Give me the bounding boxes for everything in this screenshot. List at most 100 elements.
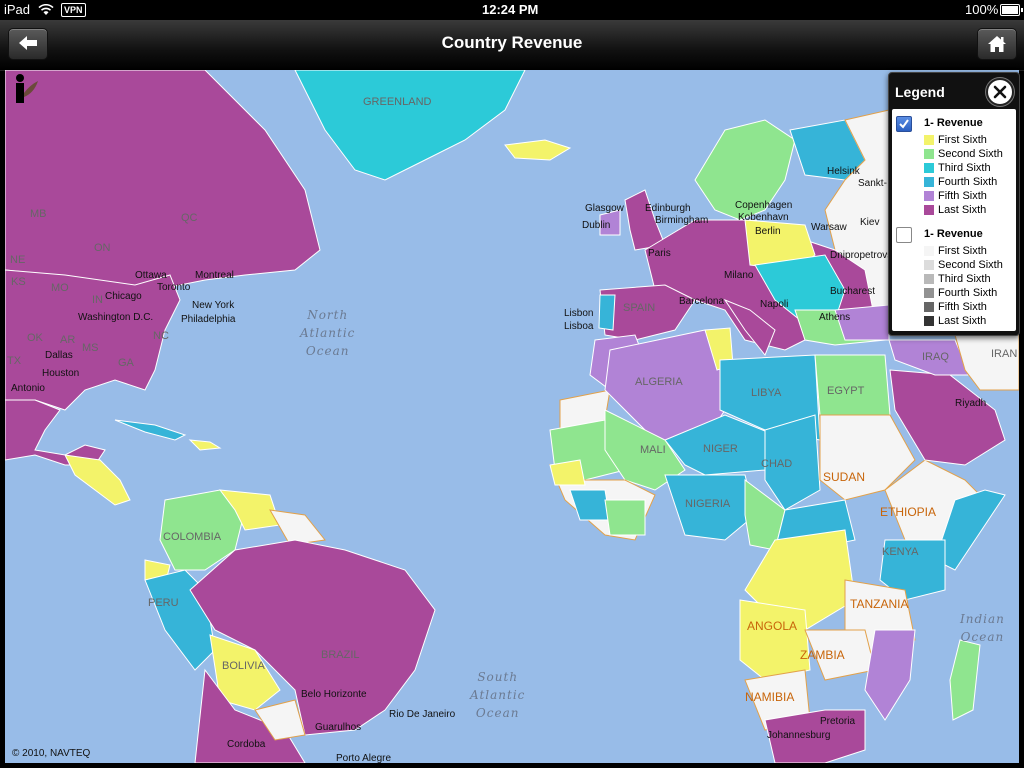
country-label-niger: NIGER — [703, 443, 738, 455]
legend-close-button[interactable] — [986, 78, 1014, 106]
revenue-map[interactable]: North Atlantic Ocean South Atlantic Ocea… — [5, 70, 1019, 763]
legend-swatch — [924, 316, 934, 326]
city-label-riyadh: Riyadh — [955, 398, 987, 409]
legend-item-label: Third Sixth — [938, 273, 991, 285]
region-label-mb: MB — [30, 208, 47, 220]
city-label-berlin: Berlin — [755, 226, 781, 237]
country-label-colombia: COLOMBIA — [163, 531, 222, 543]
senegal-region — [549, 459, 586, 486]
legend-group-checkbox[interactable] — [896, 116, 912, 132]
legend-swatch — [924, 191, 934, 201]
country-label-tanzania: TANZANIA — [850, 597, 909, 611]
map-copyright: © 2010, NAVTEQ — [12, 748, 91, 759]
navteq-person-icon[interactable] — [12, 73, 40, 107]
city-label-bucharest: Bucharest — [830, 286, 876, 297]
city-label-cordoba: Cordoba — [227, 739, 266, 750]
region-label-qc: QC — [181, 212, 198, 224]
ocean-text: North Atlantic Ocean — [300, 308, 356, 358]
region-label-in: IN — [92, 294, 103, 306]
city-label-houston: Houston — [42, 368, 80, 379]
legend-swatch — [924, 274, 934, 284]
city-label-edinburgh: Edinburgh — [645, 203, 691, 214]
city-label-copenhagen: Copenhagen — [735, 200, 793, 211]
legend-item-label: Last Sixth — [938, 315, 987, 327]
ocean-text: South Atlantic Ocean — [470, 670, 526, 720]
mexico-region — [5, 399, 106, 466]
checkmark-icon — [899, 119, 909, 129]
country-label-egypt: EGYPT — [827, 385, 865, 397]
page-title: Country Revenue — [441, 33, 583, 52]
legend-item-label: Second Sixth — [938, 148, 1003, 160]
legend-swatch — [924, 177, 934, 187]
city-label-milano: Milano — [724, 270, 754, 281]
country-label-namibia: NAMIBIA — [745, 690, 795, 704]
city-label-dublin: Dublin — [582, 220, 611, 231]
country-label-algeria: ALGERIA — [635, 376, 683, 388]
legend-item-label: Fifth Sixth — [938, 190, 987, 202]
region-label-on: ON — [94, 242, 111, 254]
legend-swatch — [924, 163, 934, 173]
greenland-region — [294, 70, 526, 181]
legend-item-label: Fourth Sixth — [938, 176, 998, 188]
city-label-guarulhos: Guarulhos — [315, 722, 362, 733]
legend-body: 1- Revenue First Sixth Second Sixth Thir… — [892, 109, 1016, 331]
iceland-region — [504, 139, 572, 161]
city-label-dallas: Dallas — [45, 350, 73, 361]
city-label-birmingham: Birmingham — [655, 215, 709, 226]
city-label-napoli: Napoli — [760, 299, 789, 310]
city-label-helsinki: Helsink — [827, 166, 860, 177]
ivory-coast-region — [604, 499, 646, 536]
legend-item-label: First Sixth — [938, 134, 987, 146]
ocean-label-indian: Indian Ocean — [960, 610, 1005, 646]
legend-group-title: 1- Revenue — [924, 228, 983, 240]
wifi-icon — [38, 4, 54, 15]
legend-item-label: Fifth Sixth — [938, 301, 987, 313]
legend-title: Legend — [895, 84, 945, 100]
legend-item-label: Last Sixth — [938, 204, 987, 216]
region-label-ks: KS — [11, 276, 26, 288]
city-label-antonio: Antonio — [11, 383, 45, 394]
legend-swatch — [924, 246, 934, 256]
mozambique-region — [864, 629, 916, 721]
hispaniola-region — [188, 439, 222, 451]
device-name: iPad — [4, 2, 31, 17]
country-label-ethiopia: ETHIOPIA — [880, 505, 937, 519]
city-label-porto-alegre: Porto Alegre — [336, 753, 392, 763]
city-label-paris: Paris — [648, 248, 671, 259]
country-label-libya: LIBYA — [751, 387, 782, 399]
central-america-region — [64, 454, 131, 506]
status-bar: iPad VPN 12:24 PM 100% — [0, 0, 1024, 20]
legend-swatch — [924, 205, 934, 215]
city-label-athens: Athens — [819, 312, 851, 323]
city-label-new-york: New York — [192, 300, 235, 311]
ocean-label-north-atlantic: North Atlantic Ocean — [300, 306, 355, 360]
region-label-ms: MS — [82, 342, 99, 354]
city-label-lisboa: Lisboa — [564, 321, 594, 332]
country-label-iraq: IRAQ — [922, 351, 949, 363]
clock: 12:24 PM — [482, 2, 539, 17]
legend-swatch — [924, 135, 934, 145]
region-label-tx: TX — [7, 355, 22, 367]
region-label-ok: OK — [27, 332, 43, 344]
portugal-region — [598, 294, 616, 331]
legend-panel: Legend 1- Revenue First Sixth Second Six… — [888, 72, 1020, 336]
ocean-label-south-atlantic: South Atlantic Ocean — [470, 668, 525, 722]
country-label-sudan: SUDAN — [823, 470, 866, 484]
angola-region — [739, 599, 811, 681]
navigation-bar: Country Revenue — [0, 20, 1024, 71]
city-label-glasgow: Glasgow — [585, 203, 624, 214]
country-label-greenland: GREENLAND — [363, 96, 432, 108]
legend-group-checkbox[interactable] — [896, 227, 912, 243]
country-label-peru: PERU — [148, 597, 179, 609]
city-label-warsaw: Warsaw — [811, 222, 847, 233]
guinea-region — [569, 489, 611, 521]
country-label-mali: MALI — [640, 444, 666, 456]
ocean-text: Indian Ocean — [960, 612, 1005, 644]
legend-swatch — [924, 302, 934, 312]
home-button[interactable] — [977, 28, 1017, 60]
legend-item-label: First Sixth — [938, 245, 987, 257]
region-label-nc: NC — [153, 330, 169, 342]
city-label-johannesburg: Johannesburg — [767, 730, 831, 741]
city-label-pretoria: Pretoria — [820, 716, 856, 727]
map-geography — [5, 70, 1019, 763]
